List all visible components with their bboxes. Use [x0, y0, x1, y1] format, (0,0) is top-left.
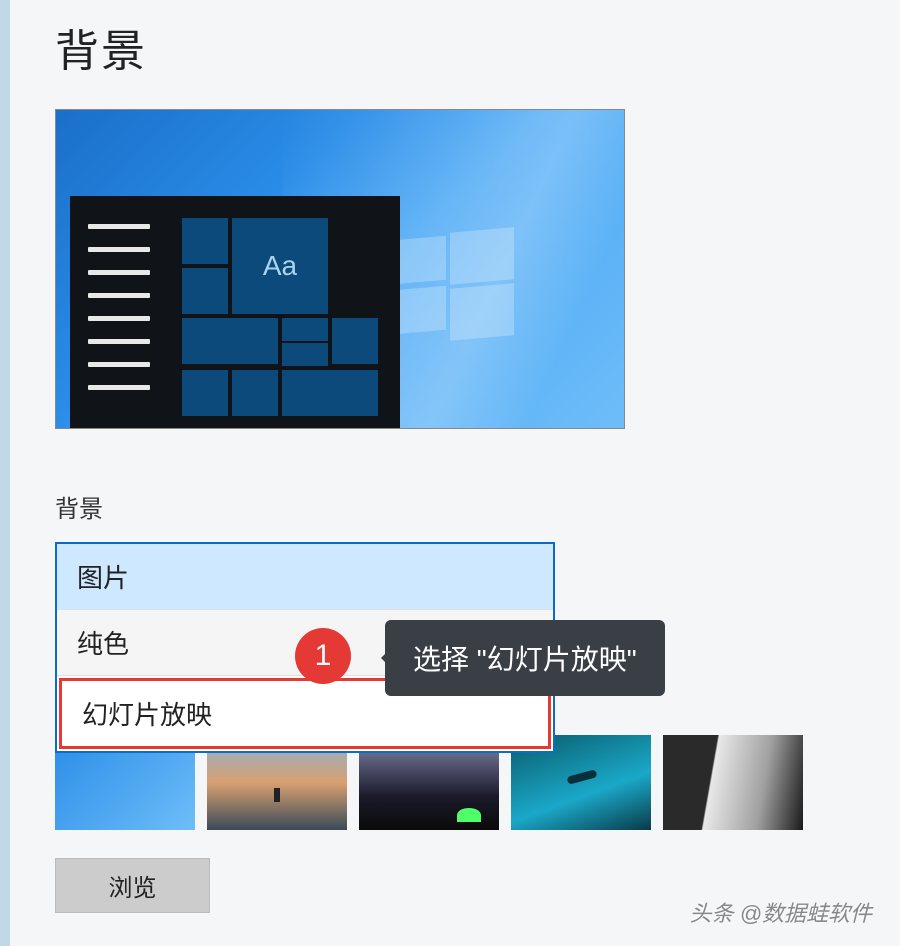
preview-tile-aa: Aa [232, 218, 328, 314]
background-section-label: 背景 [55, 489, 900, 524]
preview-menu-list [88, 224, 150, 408]
step-number-badge: 1 [295, 628, 351, 684]
left-accent-stripe [0, 0, 10, 946]
watermark-prefix: 头条 [690, 901, 734, 926]
windows-logo-icon [394, 230, 514, 340]
settings-background-page: 背景 Aa [0, 0, 900, 913]
watermark-handle: @数据蛙软件 [740, 901, 872, 926]
background-dropdown-area: 图片 纯色 幻灯片放映 1 选择 "幻灯片放映" [55, 542, 875, 830]
instruction-tooltip: 选择 "幻灯片放映" [385, 620, 665, 696]
watermark: 头条 @数据蛙软件 [690, 896, 872, 928]
browse-button[interactable]: 浏览 [55, 858, 210, 913]
preview-tiles: Aa [182, 218, 382, 420]
desktop-preview: Aa [55, 109, 625, 429]
preview-start-menu: Aa [70, 196, 400, 428]
page-title: 背景 [55, 15, 900, 79]
thumbnail-5[interactable] [663, 735, 803, 830]
dropdown-option-picture[interactable]: 图片 [57, 544, 553, 610]
